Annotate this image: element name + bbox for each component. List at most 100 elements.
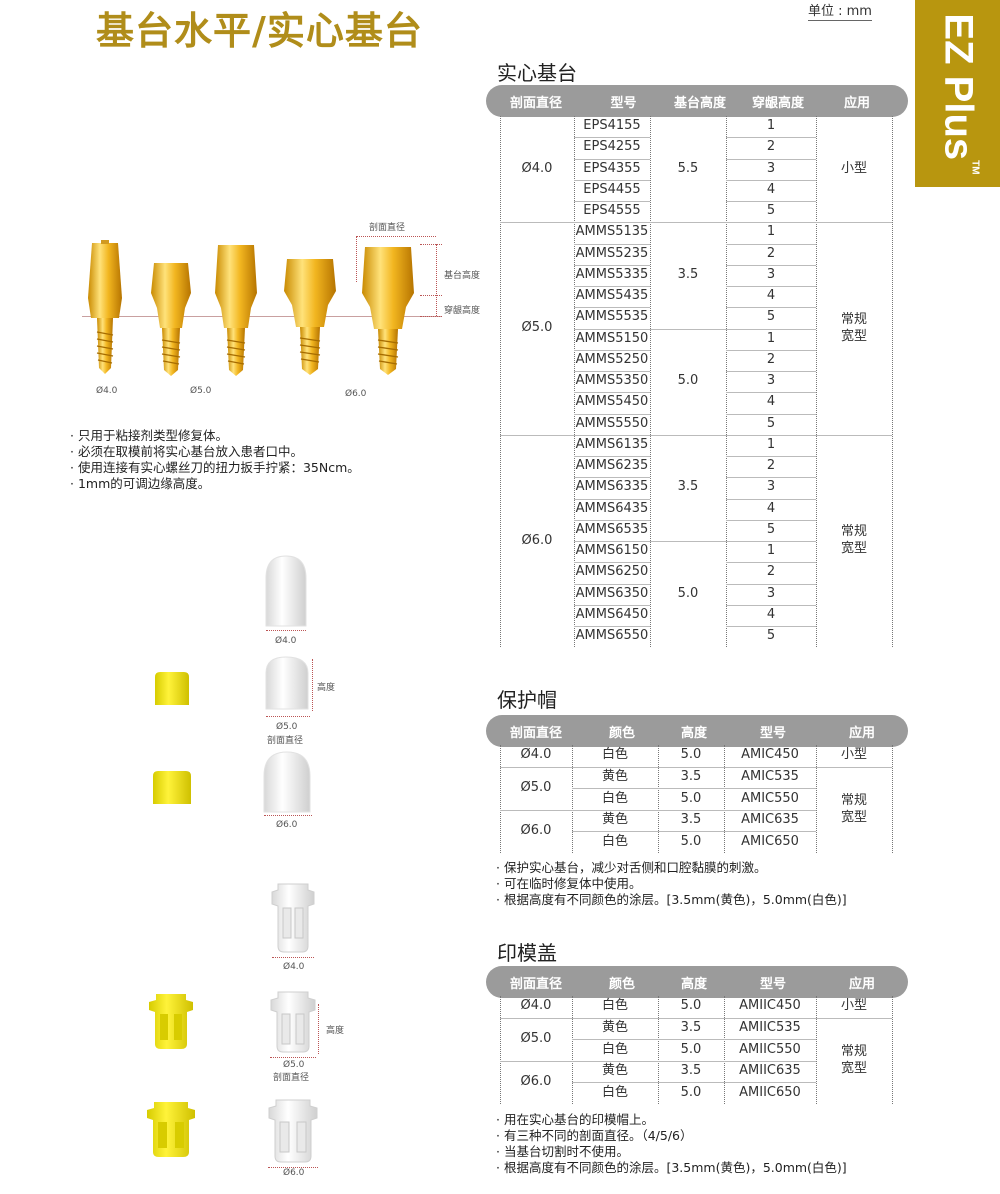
brand-logo: EZ PlusTM (936, 12, 980, 175)
label-d50: Ø5.0 (283, 1060, 305, 1070)
model-cell: EPS4155 (583, 118, 641, 134)
cuff-height-cell: 4 (766, 394, 776, 410)
diameter-cell: Ø5.0 (520, 779, 552, 795)
cuff-height-cell: 4 (766, 181, 776, 197)
header-height: 高度 (680, 725, 707, 741)
cuff-height-cell: 1 (766, 543, 776, 559)
model-cell: EPS4255 (583, 139, 641, 155)
model-cell: AMMS6250 (575, 564, 649, 580)
header-abutment-height: 基台高度 (673, 95, 726, 111)
application-cell: 常规 宽型 (840, 524, 867, 556)
cuff-height-cell: 5 (766, 415, 776, 431)
abutment-height-cell: 5.0 (677, 373, 699, 389)
cuff-height-cell: 4 (766, 606, 776, 622)
label-section-diameter: 剖面直径 (369, 223, 406, 233)
color-cell: 黄色 (601, 1019, 628, 1035)
solid-abutment-header: 剖面直径 型号 基台高度 穿龈高度 应用 (486, 85, 908, 117)
height-cell: 3.5 (680, 1019, 702, 1035)
model-cell: AMMS5535 (575, 309, 649, 325)
model-cell: EPS4555 (583, 203, 641, 219)
color-cell: 白色 (601, 1041, 628, 1057)
cuff-height-cell: 1 (766, 330, 776, 346)
application-cell: 常规 宽型 (840, 311, 867, 344)
model-cell: AMIIC635 (739, 1063, 801, 1079)
model-cell: EPS4455 (583, 181, 641, 197)
model-cell: AMIC550 (741, 790, 799, 806)
color-cell: 黄色 (601, 812, 628, 828)
color-cell: 白色 (601, 833, 628, 849)
model-cell: AMMS5250 (575, 351, 649, 367)
diameter-cell: Ø4.0 (520, 998, 552, 1014)
model-cell: EPS4355 (583, 160, 641, 176)
color-cell: 白色 (601, 998, 628, 1014)
height-cell: 5.0 (680, 998, 702, 1014)
cuff-height-cell: 3 (766, 160, 776, 176)
header-color: 颜色 (608, 976, 635, 992)
healing-cap-title: 保护帽 (497, 688, 557, 712)
white-healing-cap-6-0 (263, 751, 311, 813)
model-cell: AMIIC535 (739, 1019, 801, 1035)
note-item: 当基台切割时不使用。 (496, 1144, 847, 1160)
header-cuff-height: 穿龈高度 (751, 95, 804, 111)
label-d40: Ø4.0 (283, 962, 305, 972)
label-d60: Ø6.0 (345, 389, 367, 399)
label-abutment-height: 基台高度 (444, 271, 481, 281)
model-cell: AMIIC450 (739, 998, 801, 1014)
height-cell: 3.5 (680, 1063, 702, 1079)
cuff-height-cell: 5 (766, 628, 776, 644)
yellow-impression-cap-5-0 (149, 994, 193, 1049)
height-cell: 5.0 (680, 747, 702, 763)
unit-label: 单位 : mm (808, 0, 872, 21)
height-cell: 3.5 (680, 812, 702, 828)
cuff-height-cell: 3 (766, 373, 776, 389)
model-cell: AMMS6550 (575, 628, 649, 644)
model-cell: AMMS5550 (575, 415, 649, 431)
model-cell: AMMS6535 (575, 521, 649, 537)
cuff-height-cell: 3 (766, 266, 776, 282)
application-cell: 小型 (840, 747, 867, 763)
model-cell: AMMS6150 (575, 543, 649, 559)
height-cell: 5.0 (680, 790, 702, 806)
diameter-cell: Ø6.0 (520, 822, 552, 838)
yellow-impression-cap-6-0 (147, 1102, 195, 1157)
cuff-height-cell: 5 (766, 203, 776, 219)
cuff-height-cell: 2 (766, 564, 776, 580)
white-healing-cap-5-0 (265, 656, 309, 710)
abutment-height-cell: 5.5 (677, 160, 699, 176)
header-diameter: 剖面直径 (509, 976, 562, 992)
label-section-diameter: 剖面直径 (273, 1073, 310, 1083)
abutment-height-cell: 5.0 (677, 585, 699, 601)
column-divider (892, 996, 893, 1104)
header-model: 型号 (610, 95, 637, 111)
abutment-height-cell: 3.5 (677, 266, 699, 282)
model-cell: AMIC650 (741, 833, 799, 849)
model-cell: AMMS5435 (575, 288, 649, 304)
impression-cap-header: 剖面直径 颜色 高度 型号 应用 (486, 966, 908, 998)
application-cell: 小型 (840, 160, 867, 176)
model-cell: AMMS5335 (575, 266, 649, 282)
application-cell: 小型 (840, 998, 867, 1014)
model-cell: AMMS5150 (575, 330, 649, 346)
page-title: 基台水平/实心基台 (96, 9, 423, 53)
label-section-diameter: 剖面直径 (267, 736, 304, 746)
color-cell: 白色 (601, 747, 628, 763)
abutment-4-0 (88, 240, 122, 374)
note-item: 有三种不同的剖面直径。（4/5/6） (496, 1128, 847, 1144)
application-cell: 常规 宽型 (840, 792, 867, 825)
white-impression-cap-6-0 (268, 1099, 318, 1163)
impression-cap-title: 印模盖 (497, 941, 557, 965)
header-application: 应用 (848, 725, 875, 741)
model-cell: AMIC450 (741, 747, 799, 763)
application-cell: 常规 宽型 (840, 1043, 867, 1076)
model-cell: AMMS5135 (575, 224, 649, 240)
model-cell: AMIIC650 (739, 1084, 801, 1100)
cuff-height-cell: 3 (766, 585, 776, 601)
cuff-height-cell: 2 (766, 458, 776, 474)
diameter-cell: Ø6.0 (521, 532, 553, 548)
cuff-height-cell: 2 (766, 351, 776, 367)
model-cell: AMMS5350 (575, 373, 649, 389)
abutment-6-0-tall (362, 247, 414, 375)
brand-tab: EZ PlusTM (915, 0, 1000, 187)
header-application: 应用 (843, 95, 870, 111)
abutment-5-0-short (151, 263, 191, 376)
